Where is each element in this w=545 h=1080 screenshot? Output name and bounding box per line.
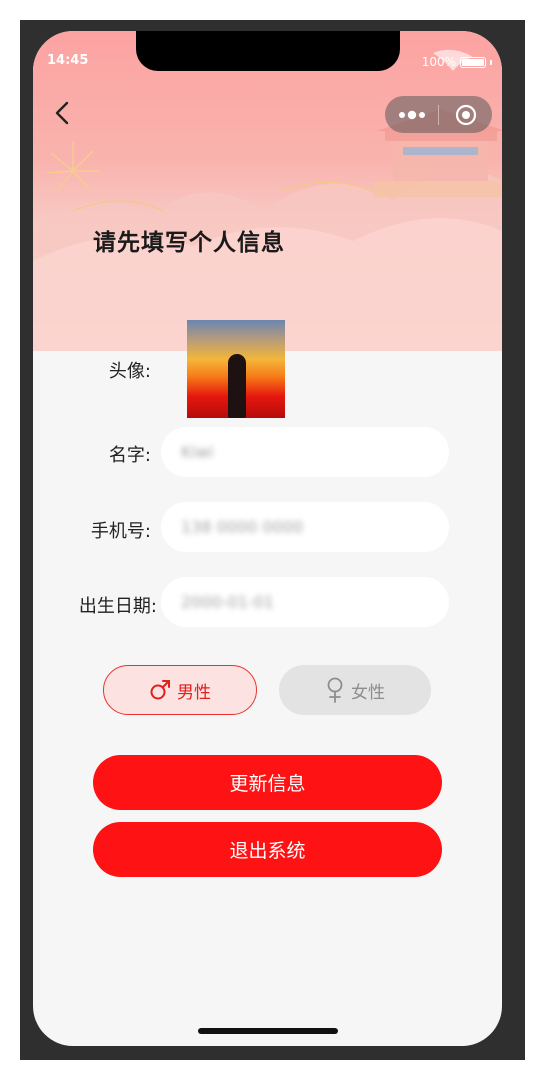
device-notch	[136, 31, 400, 71]
avatar-label: 头像:	[108, 361, 151, 382]
page-title: 请先填写个人信息	[93, 230, 285, 256]
status-time: 14:45	[47, 53, 89, 68]
firework-icon	[46, 141, 99, 192]
birth-date-value: 2000-01-01	[181, 592, 274, 612]
name-label: 名字:	[108, 445, 151, 466]
logout-button[interactable]: 退出系统	[93, 822, 442, 877]
male-symbol-icon	[150, 680, 170, 700]
mini-program-capsule	[385, 96, 492, 133]
gender-female-button[interactable]: 女性	[279, 665, 431, 715]
gender-male-label: 男性	[177, 682, 211, 703]
more-button[interactable]	[385, 96, 438, 133]
close-button[interactable]	[439, 96, 492, 133]
name-field[interactable]: Kiwi	[161, 427, 449, 477]
phone-label: 手机号:	[90, 521, 151, 542]
name-value: Kiwi	[181, 442, 214, 462]
female-symbol-icon	[327, 677, 343, 703]
phone-frame: 14:45 100% 请先填写个人信息 头像: 名字: Kiwi 手机号: 13…	[20, 20, 525, 1060]
avatar-figure	[228, 354, 246, 418]
target-icon	[455, 104, 476, 125]
home-indicator	[198, 1028, 338, 1034]
phone-screen: 14:45 100% 请先填写个人信息 头像: 名字: Kiwi 手机号: 13…	[33, 31, 502, 1046]
phone-value: 138 0000 0000	[181, 517, 304, 537]
phone-field[interactable]: 138 0000 0000	[161, 502, 449, 552]
hero-background	[33, 31, 502, 351]
battery-icon	[460, 56, 486, 68]
status-battery: 100%	[422, 55, 492, 69]
more-dots-icon	[398, 110, 425, 119]
back-button[interactable]	[49, 99, 77, 127]
update-info-button[interactable]: 更新信息	[93, 755, 442, 810]
battery-tip	[490, 59, 492, 65]
chevron-left-icon	[55, 101, 69, 125]
battery-percentage: 100%	[421, 55, 456, 69]
avatar[interactable]	[187, 320, 285, 418]
birth-label: 出生日期:	[78, 596, 157, 617]
birth-date-field[interactable]: 2000-01-01	[161, 577, 449, 627]
gender-female-label: 女性	[351, 682, 385, 703]
gender-male-button[interactable]: 男性	[103, 665, 257, 715]
hero-landscape-art	[33, 49, 502, 351]
